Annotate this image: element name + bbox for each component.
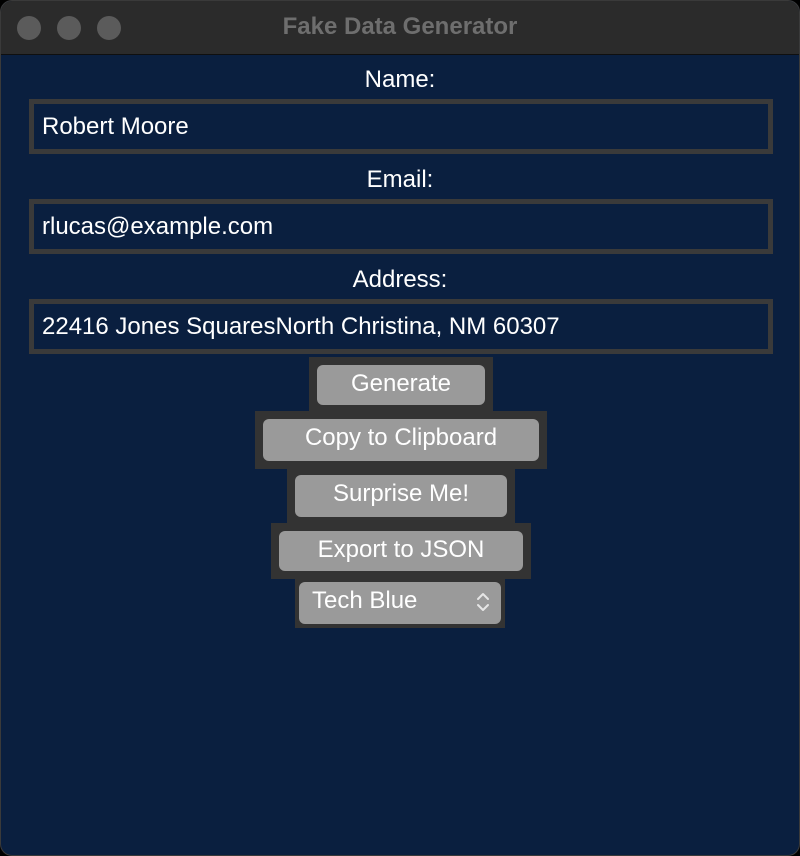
title-bar: Fake Data Generator: [1, 1, 799, 55]
copy-button-frame: Copy to Clipboard: [255, 411, 547, 469]
address-label: Address:: [352, 266, 448, 293]
copy-to-clipboard-button[interactable]: Copy to Clipboard: [263, 419, 539, 461]
surprise-button-frame: Surprise Me!: [287, 467, 515, 525]
email-label: Email:: [366, 166, 434, 193]
generate-button[interactable]: Generate: [317, 365, 485, 405]
email-field[interactable]: rlucas@example.com: [29, 199, 773, 254]
app-window: Fake Data Generator Name: Robert Moore E…: [0, 0, 800, 856]
name-label: Name:: [364, 66, 436, 93]
export-json-button[interactable]: Export to JSON: [279, 531, 523, 571]
theme-select-value: Tech Blue: [312, 587, 418, 614]
chevron-updown-icon: [477, 593, 489, 611]
name-field[interactable]: Robert Moore: [29, 99, 773, 154]
surprise-me-button[interactable]: Surprise Me!: [295, 475, 507, 517]
theme-select-frame: Tech Blue: [295, 578, 505, 628]
window-title: Fake Data Generator: [282, 13, 518, 40]
theme-select[interactable]: Tech Blue: [299, 582, 501, 624]
main-content: Name: Robert Moore Email: rlucas@example…: [1, 55, 799, 855]
address-field[interactable]: 22416 Jones SquaresNorth Christina, NM 6…: [29, 299, 773, 354]
export-button-frame: Export to JSON: [271, 523, 531, 579]
generate-button-frame: Generate: [309, 357, 493, 413]
